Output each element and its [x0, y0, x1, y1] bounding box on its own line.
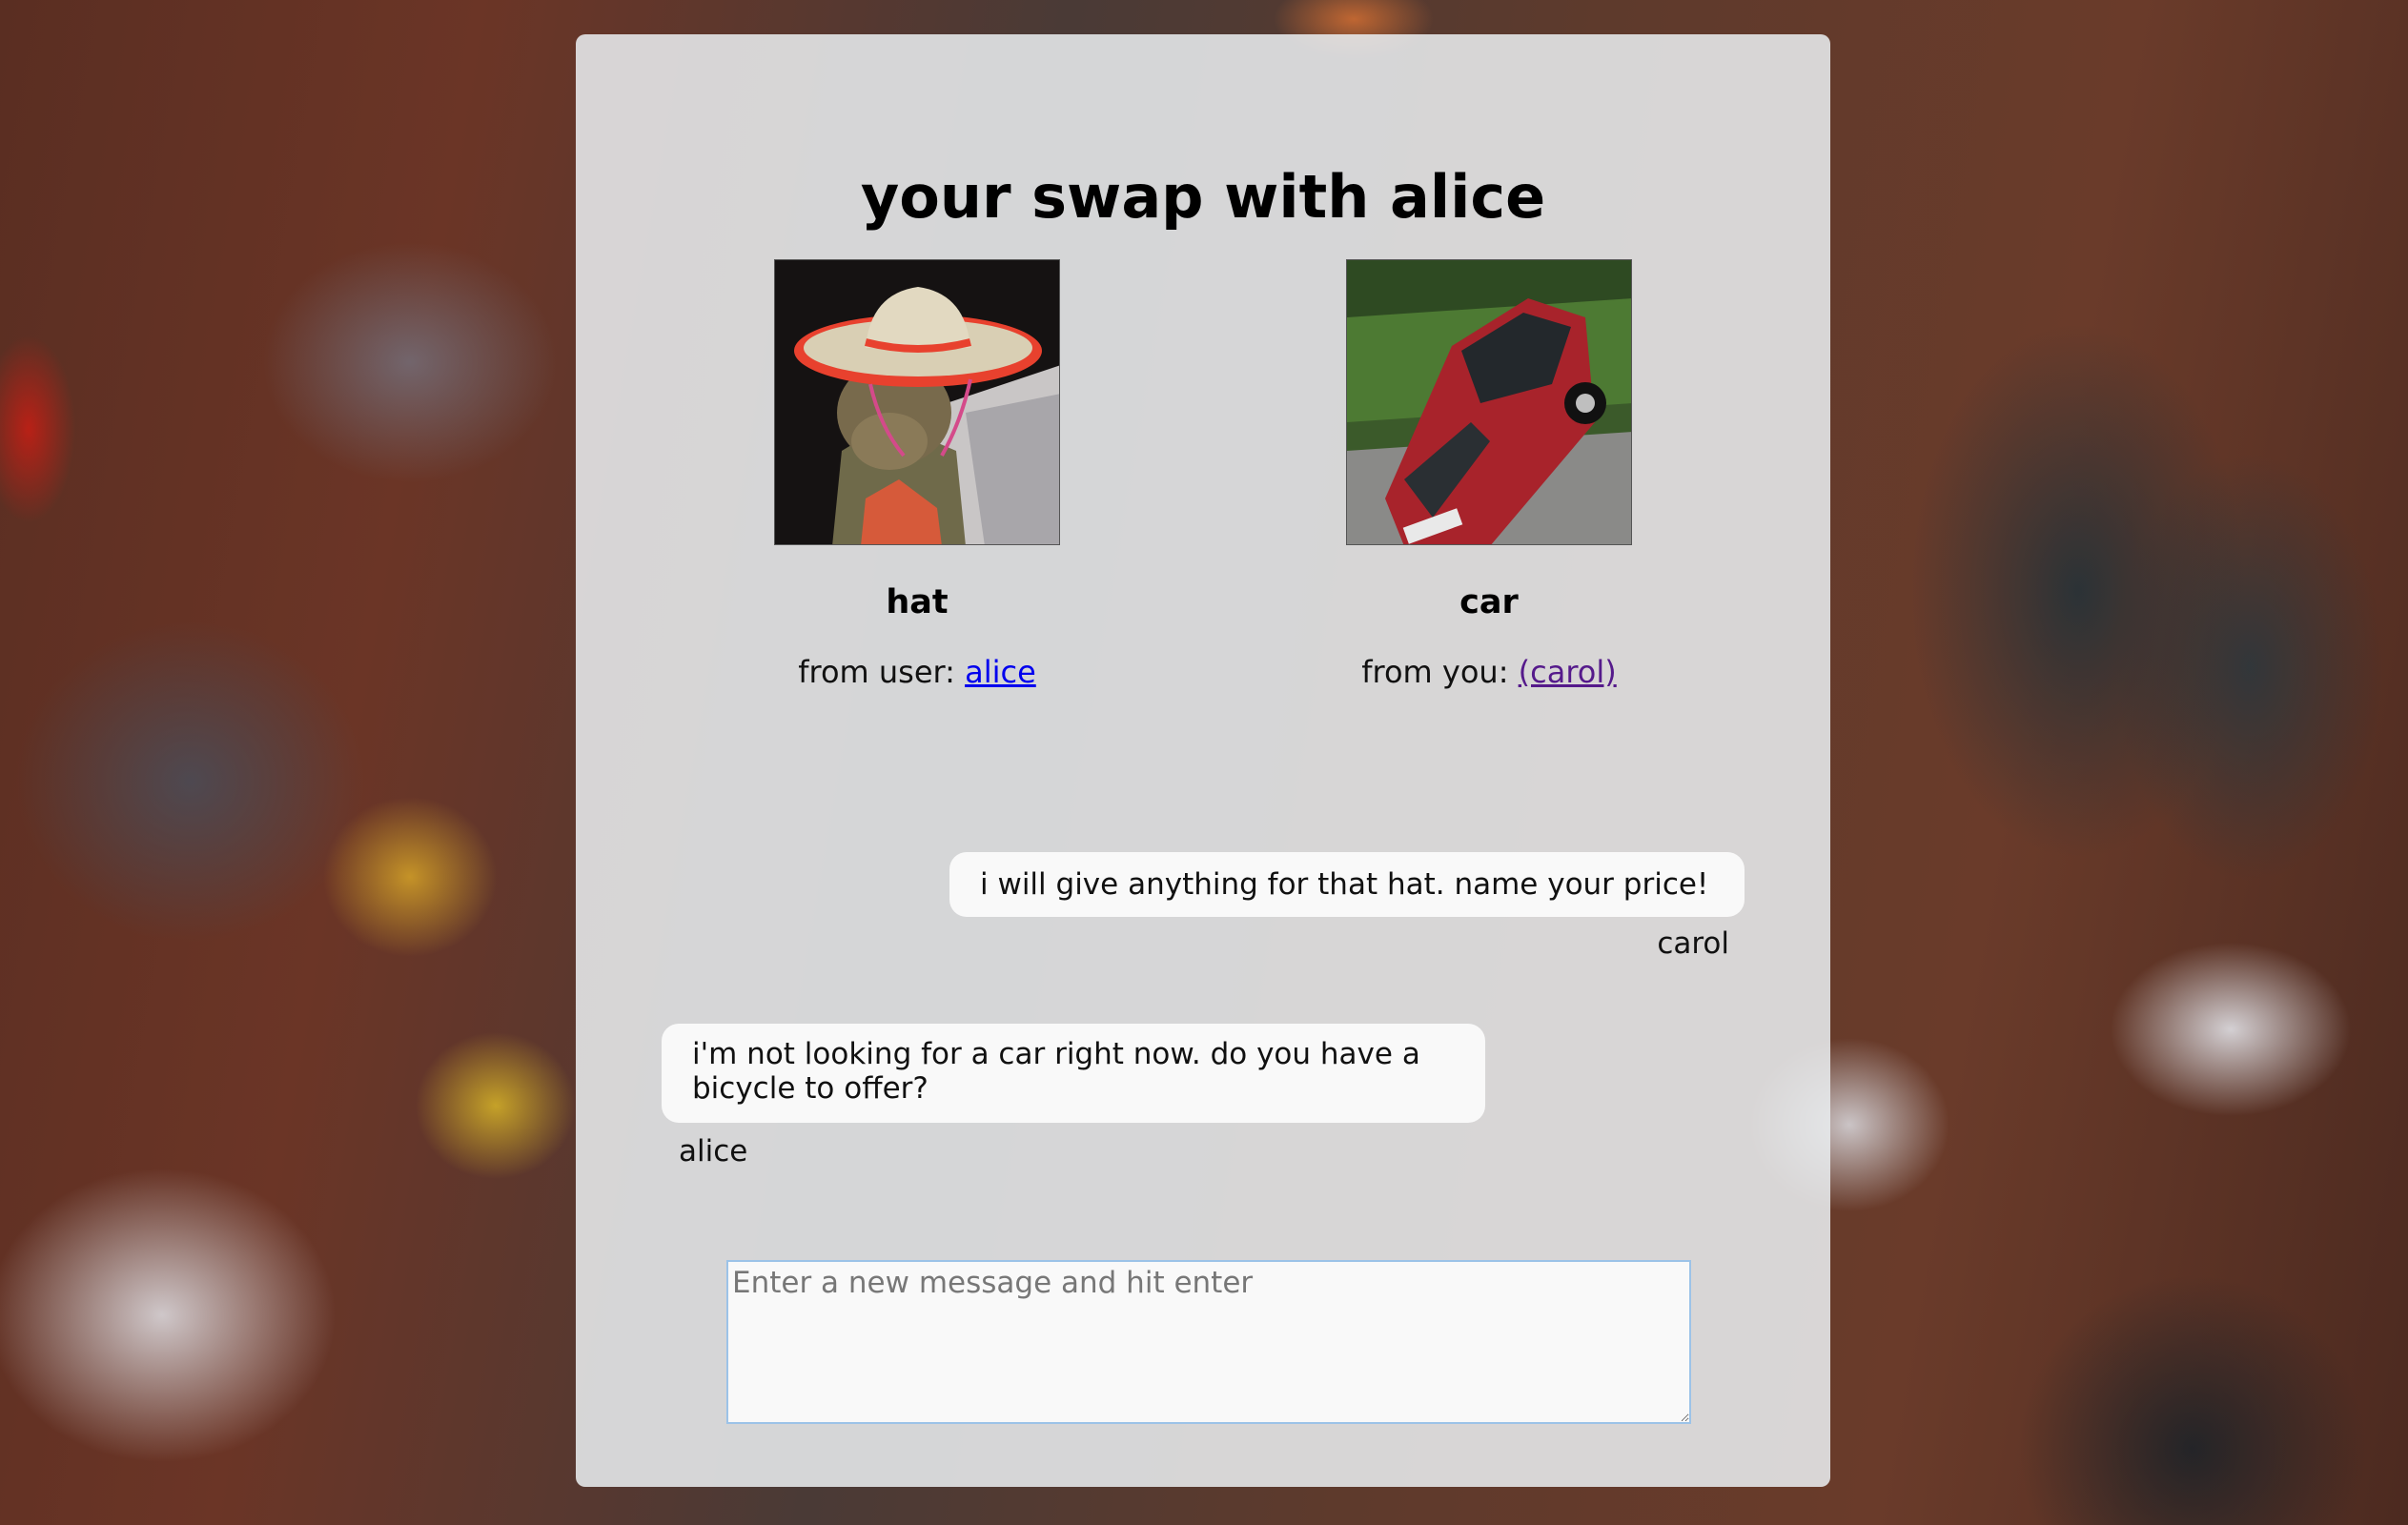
- item-card-hat: hat from user: alice: [717, 259, 1117, 690]
- item-card-car: car from you: (carol): [1289, 259, 1689, 690]
- owner-prefix: from you:: [1361, 654, 1519, 690]
- item-name: car: [1459, 583, 1519, 621]
- sombrero-lizard-photo: [775, 260, 1059, 544]
- item-image-car[interactable]: [1346, 259, 1632, 545]
- item-image-hat[interactable]: [774, 259, 1060, 545]
- message-input[interactable]: [726, 1260, 1691, 1424]
- message-author: alice: [679, 1134, 748, 1169]
- page-title: your swap with alice: [860, 162, 1546, 232]
- item-owner: from user: alice: [717, 654, 1117, 690]
- item-owner: from you: (carol): [1289, 654, 1689, 690]
- swap-card: your swap with alice hat from user: alic…: [576, 34, 1830, 1487]
- message-author: carol: [1657, 926, 1729, 961]
- owner-link-alice[interactable]: alice: [965, 654, 1036, 690]
- owner-link-carol[interactable]: (carol): [1519, 654, 1617, 690]
- red-car-photo: [1347, 260, 1631, 544]
- message-carol: i will give anything for that hat. name …: [949, 852, 1745, 961]
- owner-prefix: from user:: [798, 654, 966, 690]
- message-bubble: i'm not looking for a car right now. do …: [662, 1024, 1485, 1123]
- item-name: hat: [886, 583, 949, 621]
- message-bubble: i will give anything for that hat. name …: [949, 852, 1745, 917]
- message-alice: i'm not looking for a car right now. do …: [662, 1024, 1485, 1169]
